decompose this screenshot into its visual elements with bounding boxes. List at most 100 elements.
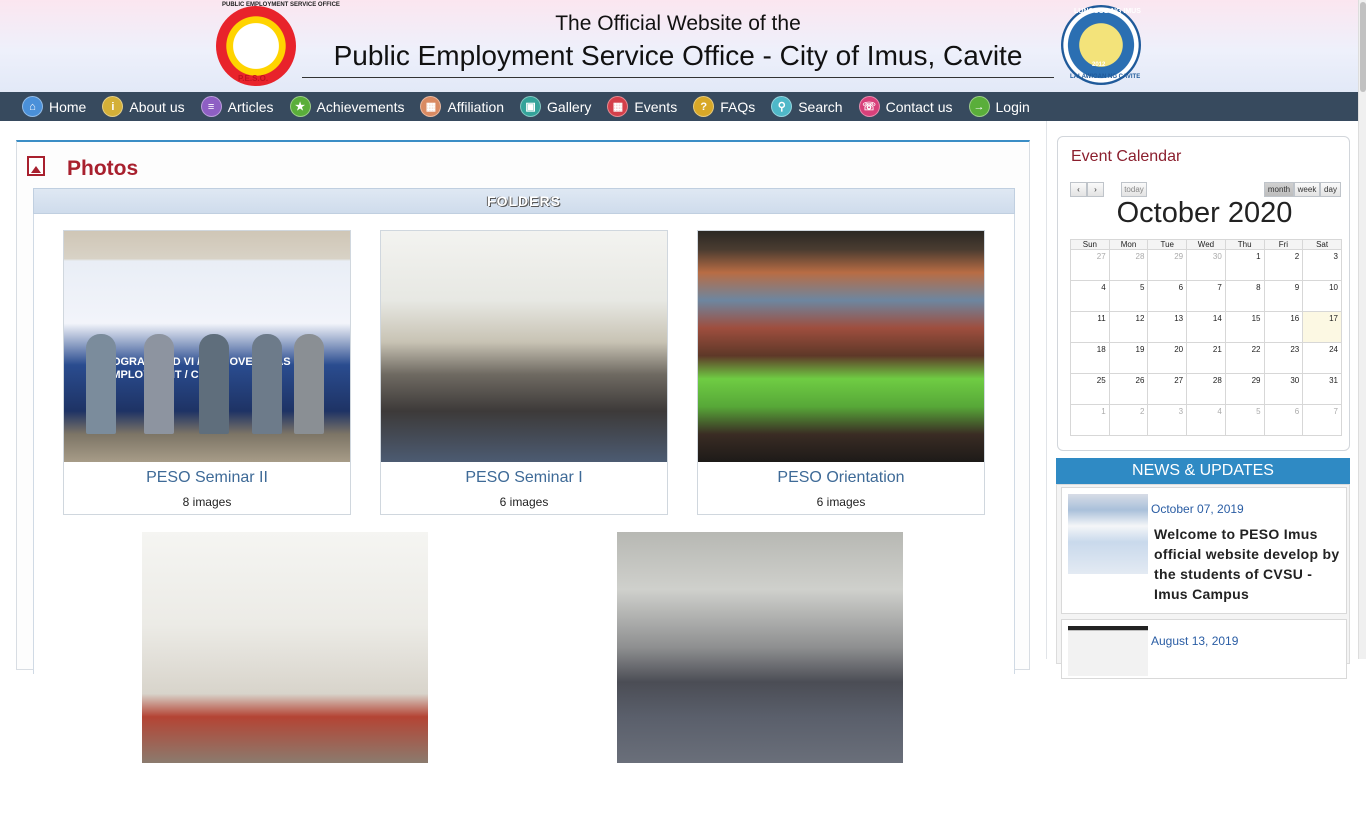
calendar-day[interactable]: 30	[1263, 373, 1304, 405]
calendar-day[interactable]: 6	[1263, 404, 1304, 436]
news-title[interactable]: Welcome to PESO Imus official website de…	[1154, 524, 1340, 604]
prev-month-button[interactable]: ‹	[1070, 182, 1087, 197]
nav-item-search[interactable]: ⚲ Search	[771, 96, 843, 117]
calendar-day[interactable]: 9	[1263, 280, 1304, 312]
next-month-button[interactable]: ›	[1087, 182, 1104, 197]
calendar-day[interactable]: 31	[1302, 373, 1342, 405]
person-figure	[294, 334, 324, 434]
album-card[interactable]	[617, 532, 905, 817]
nav-item-events[interactable]: ▦ Events	[607, 96, 677, 117]
calendar-day[interactable]: 2	[1108, 404, 1149, 436]
calendar-day[interactable]: 1	[1224, 249, 1265, 281]
nav-item-label: About us	[129, 98, 185, 115]
calendar-day[interactable]: 5	[1108, 280, 1149, 312]
calendar-day[interactable]: 26	[1108, 373, 1149, 405]
calendar-day[interactable]: 12	[1108, 311, 1149, 343]
calendar-day[interactable]: 28	[1186, 373, 1226, 405]
nav-item-label: Affiliation	[447, 98, 505, 115]
calendar-day[interactable]: 18	[1070, 342, 1110, 374]
calendar-day[interactable]: 30	[1186, 249, 1226, 281]
album-thumbnail[interactable]	[142, 532, 428, 763]
nav-item-login[interactable]: → Login	[968, 96, 1030, 117]
nav-item-label: Login	[995, 98, 1030, 115]
calendar-weekday: Wed	[1186, 239, 1226, 250]
calendar-day[interactable]: 14	[1186, 311, 1226, 343]
calendar-day[interactable]: 1	[1070, 404, 1110, 436]
home-icon: ⌂	[22, 96, 43, 117]
month-view-button[interactable]: month	[1264, 182, 1294, 197]
calendar-day[interactable]: 23	[1263, 342, 1304, 374]
nav-item-gallery[interactable]: ▣ Gallery	[520, 96, 591, 117]
week-view-button[interactable]: week	[1294, 182, 1320, 197]
calendar-day[interactable]: 24	[1302, 342, 1342, 374]
news-thumbnail[interactable]	[1068, 626, 1148, 676]
calendar-day[interactable]: 20	[1147, 342, 1188, 374]
news-item[interactable]: October 07, 2019 Welcome to PESO Imus of…	[1061, 487, 1347, 614]
trophy-icon: ★	[289, 96, 311, 117]
calendar-day[interactable]: 2	[1263, 249, 1304, 281]
calendar-day[interactable]: 3	[1147, 404, 1188, 436]
album-card-peso-seminar-ii[interactable]: ROGRAM AND VI / FOR OVERSEAS EMPLOYMENT …	[63, 230, 351, 515]
calendar-day[interactable]: 11	[1070, 311, 1110, 343]
nav-item-achievements[interactable]: ★ Achievements	[289, 96, 404, 117]
event-calendar-panel: Event Calendar ‹ › today month week day …	[1057, 136, 1350, 451]
calendar-weekday: Fri	[1263, 239, 1304, 250]
album-card-peso-orientation[interactable]: PESO Orientation 6 images	[697, 230, 985, 515]
day-view-button[interactable]: day	[1320, 182, 1341, 197]
help-icon: ?	[693, 96, 715, 117]
calendar-day[interactable]: 22	[1224, 342, 1265, 374]
nav-item-contact-us[interactable]: ☏ Contact us	[858, 96, 953, 117]
calendar-day[interactable]: 3	[1302, 249, 1342, 281]
nav-item-label: Home	[49, 98, 87, 115]
album-thumbnail[interactable]	[617, 532, 903, 763]
nav-item-affiliation[interactable]: ▦ Affiliation	[420, 96, 504, 117]
imus-seal-bottom-text: LALAWIGAN NG CAVITE	[1070, 74, 1141, 80]
calendar-day[interactable]: 5	[1224, 404, 1265, 436]
album-title[interactable]: PESO Seminar I	[381, 469, 667, 487]
album-card[interactable]	[142, 532, 430, 817]
main-navigation: ⌂ Home i About us ≡ Articles ★ Achievements ▦ Aff…	[0, 92, 1358, 121]
calendar-day[interactable]: 29	[1224, 373, 1265, 405]
album-thumbnail[interactable]	[698, 231, 984, 462]
calendar-day[interactable]: 29	[1147, 249, 1188, 281]
album-card-peso-seminar-i[interactable]: PESO Seminar I 6 images	[380, 230, 668, 515]
calendar-day[interactable]: 16	[1263, 311, 1304, 343]
calendar-day[interactable]: 19	[1108, 342, 1149, 374]
today-button[interactable]: today	[1121, 182, 1147, 197]
album-thumbnail[interactable]	[381, 231, 667, 462]
calendar-day[interactable]: 7	[1302, 404, 1342, 436]
imus-seal-year: 2012	[1092, 62, 1106, 68]
news-thumbnail[interactable]	[1068, 494, 1148, 574]
person-figure	[86, 334, 116, 434]
nav-item-faqs[interactable]: ? FAQs	[693, 96, 755, 117]
calendar-day[interactable]: 15	[1224, 311, 1265, 343]
album-title[interactable]: PESO Seminar II	[64, 469, 350, 487]
calendar-day[interactable]: 6	[1147, 280, 1188, 312]
calendar-day[interactable]: 8	[1224, 280, 1265, 312]
nav-item-about-us[interactable]: i About us	[102, 96, 185, 117]
calendar-day[interactable]: 28	[1108, 249, 1149, 281]
calendar-day[interactable]: 27	[1070, 249, 1110, 281]
scrollbar-thumb[interactable]	[1360, 2, 1366, 92]
calendar-day[interactable]: 13	[1147, 311, 1188, 343]
articles-icon: ≡	[200, 96, 222, 117]
calendar-day[interactable]: 4	[1186, 404, 1226, 436]
nav-item-label: Gallery	[547, 98, 592, 115]
news-item[interactable]: August 13, 2019	[1061, 619, 1347, 679]
calendar-day[interactable]: 4	[1070, 280, 1110, 312]
nav-item-label: Articles	[227, 98, 274, 115]
affiliation-icon: ▦	[420, 96, 442, 117]
calendar-day[interactable]: 17	[1302, 311, 1342, 343]
calendar-day[interactable]: 10	[1302, 280, 1342, 312]
calendar-day[interactable]: 21	[1186, 342, 1226, 374]
nav-item-articles[interactable]: ≡ Articles	[200, 96, 274, 117]
info-icon: i	[102, 96, 124, 117]
album-thumbnail[interactable]: ROGRAM AND VI / FOR OVERSEAS EMPLOYMENT …	[64, 231, 350, 462]
calendar-day[interactable]: 27	[1147, 373, 1188, 405]
calendar-day[interactable]: 7	[1186, 280, 1226, 312]
nav-item-home[interactable]: ⌂ Home	[22, 96, 86, 117]
page-scrollbar[interactable]	[1358, 0, 1366, 659]
calendar-day[interactable]: 25	[1070, 373, 1110, 405]
folders-grid: ROGRAM AND VI / FOR OVERSEAS EMPLOYMENT …	[33, 214, 1015, 817]
album-title[interactable]: PESO Orientation	[698, 469, 984, 487]
